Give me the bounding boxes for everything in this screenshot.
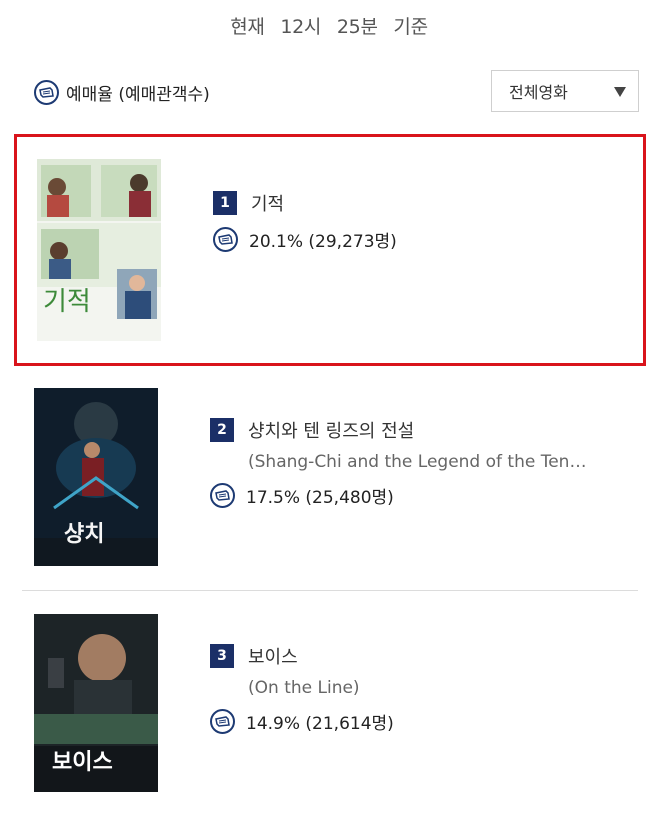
reference-time-minute: 25분 xyxy=(336,16,378,38)
movie-filter-select[interactable]: 전체영화 xyxy=(491,70,639,112)
movie-item-1[interactable]: 기적 1 기적 20.1% (29,273명) xyxy=(14,134,646,366)
movie-item-2[interactable]: 샹치 2 샹치와 텐 링즈의 전설 (Shang-Chi and the Leg… xyxy=(14,366,646,590)
movie-info-2: 2 샹치와 텐 링즈의 전설 (Shang-Chi and the Legend… xyxy=(210,417,586,508)
movie-original-title-2: (Shang-Chi and the Legend of the Ten… xyxy=(248,452,587,472)
movie-title-row-3: 3 보이스 xyxy=(210,643,394,669)
movie-title-3[interactable]: 보이스 xyxy=(248,643,298,669)
movie-poster-2[interactable]: 샹치 xyxy=(34,388,158,566)
reservation-rate-label: 예매율 (예매관객수) xyxy=(34,80,210,105)
movie-info-3: 3 보이스 (On the Line) 14.9% (21,614명) xyxy=(210,643,394,734)
movie-rate-2: 17.5% (25,480명) xyxy=(246,488,394,508)
list-divider xyxy=(22,590,638,591)
movie-info-1: 1 기적 20.1% (29,273명) xyxy=(213,190,397,252)
reservation-rate-text: 예매율 (예매관객수) xyxy=(66,85,210,105)
rank-badge-3: 3 xyxy=(210,644,234,668)
movie-poster-1[interactable]: 기적 xyxy=(37,159,161,341)
reference-time-suffix: 기준 xyxy=(393,16,428,38)
movie-filter-value: 전체영화 xyxy=(509,83,568,102)
reference-time: 현재 12시 25분 기준 xyxy=(0,12,658,39)
movie-rate-row-3: 14.9% (21,614명) xyxy=(210,709,394,734)
movie-rate-row-2: 17.5% (25,480명) xyxy=(210,483,586,508)
ticket-icon xyxy=(210,709,235,734)
movie-title-2[interactable]: 샹치와 텐 링즈의 전설 xyxy=(248,417,414,443)
poster-title-text-1: 기적 xyxy=(43,287,91,317)
ticket-icon xyxy=(34,80,59,105)
ticket-icon xyxy=(210,483,235,508)
rank-badge-1: 1 xyxy=(213,191,237,215)
movie-title-row-1: 1 기적 xyxy=(213,190,397,216)
ticket-icon xyxy=(213,227,238,252)
reference-time-prefix: 현재 xyxy=(230,16,265,38)
movie-title-row-2: 2 샹치와 텐 링즈의 전설 xyxy=(210,417,586,443)
movie-item-3[interactable]: 보이스 3 보이스 (On the Line) 14.9% (21,614명) xyxy=(14,592,646,817)
chevron-down-icon xyxy=(614,87,626,97)
movie-rate-row-1: 20.1% (29,273명) xyxy=(213,227,397,252)
poster-title-text-2: 샹치 xyxy=(64,522,105,547)
movie-original-title-3: (On the Line) xyxy=(248,678,360,698)
movie-rate-1: 20.1% (29,273명) xyxy=(249,232,397,252)
movie-poster-3[interactable]: 보이스 xyxy=(34,614,158,792)
movie-title-1[interactable]: 기적 xyxy=(251,190,284,216)
movie-rate-3: 14.9% (21,614명) xyxy=(246,714,394,734)
rank-badge-2: 2 xyxy=(210,418,234,442)
poster-title-text-3: 보이스 xyxy=(52,750,113,775)
reference-time-hour: 12시 xyxy=(280,16,322,38)
